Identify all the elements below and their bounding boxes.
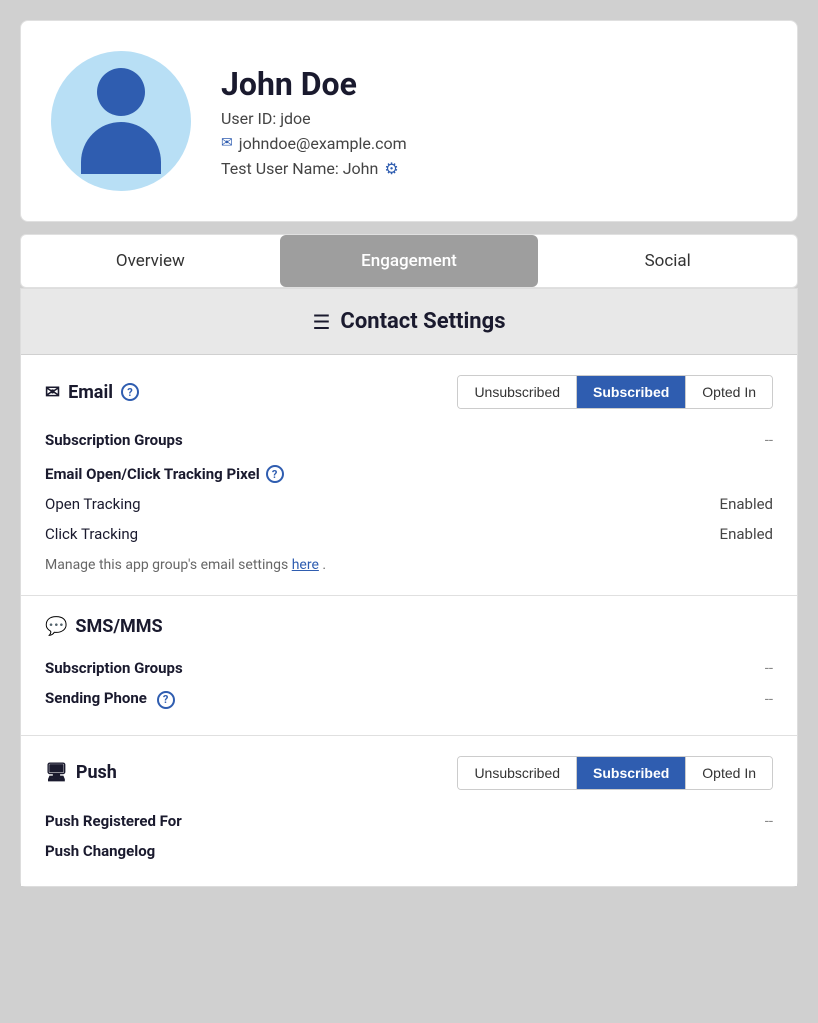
push-toggle-group: Unsubscribed Subscribed Opted In — [457, 756, 773, 790]
avatar-body — [81, 122, 161, 174]
tab-overview[interactable]: Overview — [21, 235, 280, 287]
page-container: John Doe User ID: jdoe ✉ johndoe@example… — [20, 20, 798, 1003]
sending-phone-row: Sending Phone ? -- — [45, 683, 773, 715]
sms-icon: 💬 — [45, 616, 67, 637]
email-section-title: ✉ Email ? — [45, 382, 139, 403]
email-icon: ✉ — [45, 382, 60, 403]
push-changelog-row: Push Changelog — [45, 836, 773, 866]
list-icon: ☰ — [312, 310, 330, 334]
tracking-help-icon[interactable]: ? — [266, 465, 284, 483]
push-title-row: 🖥 Push Unsubscribed Subscribed Opted In — [45, 756, 773, 790]
open-tracking-row: Open Tracking Enabled — [45, 489, 773, 519]
manage-here-link[interactable]: here — [292, 557, 319, 573]
gear-icon[interactable]: ⚙ — [384, 159, 398, 178]
click-tracking-label: Click Tracking — [45, 525, 138, 543]
tab-engagement[interactable]: Engagement — [280, 235, 539, 287]
email-help-icon[interactable]: ? — [121, 383, 139, 401]
subscription-groups-row: Subscription Groups -- — [45, 425, 773, 455]
email-section: ✉ Email ? Unsubscribed Subscribed Opted … — [21, 355, 797, 596]
profile-name: John Doe — [221, 65, 407, 103]
profile-info: John Doe User ID: jdoe ✉ johndoe@example… — [221, 65, 407, 178]
click-tracking-value: Enabled — [720, 525, 773, 543]
tabs-and-content: Overview Engagement Social ☰ Contact Set… — [20, 234, 798, 887]
sms-subscription-groups-row: Subscription Groups -- — [45, 653, 773, 683]
contact-settings-title: Contact Settings — [340, 309, 505, 334]
push-registered-label: Push Registered For — [45, 812, 182, 830]
settings-inner: ✉ Email ? Unsubscribed Subscribed Opted … — [21, 355, 797, 886]
profile-card: John Doe User ID: jdoe ✉ johndoe@example… — [20, 20, 798, 222]
push-toggle-unsubscribed[interactable]: Unsubscribed — [458, 757, 577, 789]
sending-phone-help-icon[interactable]: ? — [157, 691, 175, 709]
sms-subscription-groups-label: Subscription Groups — [45, 659, 183, 677]
push-icon: 🖥 — [45, 762, 68, 783]
push-registered-value: -- — [765, 812, 773, 830]
tabs-bar: Overview Engagement Social — [20, 234, 798, 288]
sms-title-row: 💬 SMS/MMS — [45, 616, 773, 637]
profile-email: ✉ johndoe@example.com — [221, 134, 407, 153]
tab-social[interactable]: Social — [538, 235, 797, 287]
sms-section-title: 💬 SMS/MMS — [45, 616, 163, 637]
sending-phone-value: -- — [765, 690, 773, 708]
sms-subscription-groups-value: -- — [765, 659, 773, 677]
push-toggle-subscribed[interactable]: Subscribed — [577, 757, 686, 789]
content-area: ☰ Contact Settings ✉ Email ? Unsubscribe… — [20, 288, 798, 887]
open-tracking-value: Enabled — [720, 495, 773, 513]
push-registered-row: Push Registered For -- — [45, 806, 773, 836]
avatar — [51, 51, 191, 191]
push-section-title: 🖥 Push — [45, 762, 117, 783]
envelope-icon: ✉ — [221, 135, 233, 151]
contact-settings-header: ☰ Contact Settings — [21, 289, 797, 355]
profile-userid: User ID: jdoe — [221, 109, 407, 128]
email-toggle-subscribed[interactable]: Subscribed — [577, 376, 686, 408]
push-section: 🖥 Push Unsubscribed Subscribed Opted In … — [21, 736, 797, 886]
tracking-title: Email Open/Click Tracking Pixel ? — [45, 465, 773, 483]
avatar-head — [97, 68, 145, 116]
click-tracking-row: Click Tracking Enabled — [45, 519, 773, 549]
open-tracking-label: Open Tracking — [45, 495, 141, 513]
profile-testuser: Test User Name: John ⚙ — [221, 159, 407, 178]
push-changelog-label: Push Changelog — [45, 842, 155, 860]
manage-row: Manage this app group's email settings h… — [45, 549, 773, 575]
sms-section: 💬 SMS/MMS Subscription Groups -- Sending… — [21, 596, 797, 736]
email-toggle-optedin[interactable]: Opted In — [686, 376, 772, 408]
email-toggle-group: Unsubscribed Subscribed Opted In — [457, 375, 773, 409]
subscription-groups-label: Subscription Groups — [45, 431, 183, 449]
sending-phone-label: Sending Phone ? — [45, 689, 175, 709]
subscription-groups-value: -- — [765, 431, 773, 449]
email-toggle-unsubscribed[interactable]: Unsubscribed — [458, 376, 577, 408]
email-title-row: ✉ Email ? Unsubscribed Subscribed Opted … — [45, 375, 773, 409]
push-toggle-optedin[interactable]: Opted In — [686, 757, 772, 789]
